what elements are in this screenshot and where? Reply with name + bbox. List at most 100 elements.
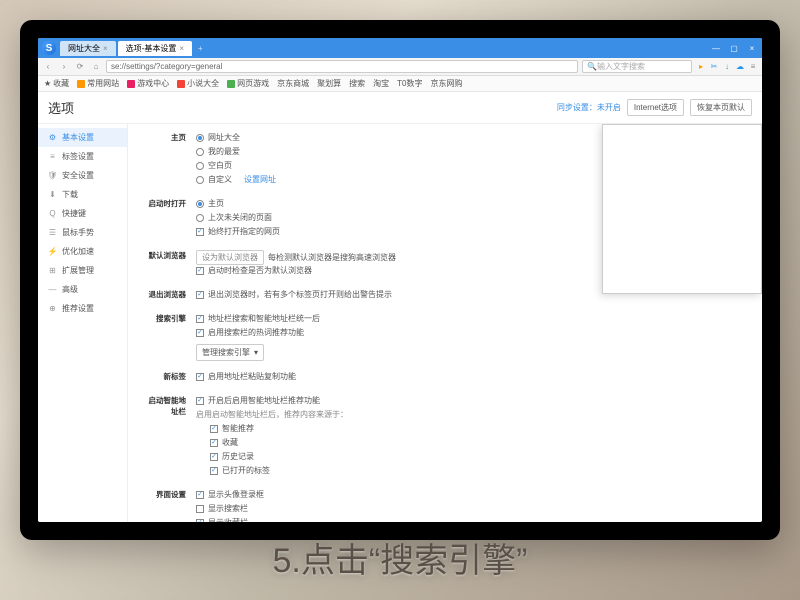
- sidebar-label: 优化加速: [62, 246, 94, 257]
- radio-icon[interactable]: [196, 162, 204, 170]
- address-text: se://settings/?category=general: [111, 62, 222, 71]
- chevron-down-icon: ▾: [254, 348, 258, 357]
- maximize-icon[interactable]: ▢: [728, 44, 740, 53]
- option-label: 显示搜索栏: [208, 503, 248, 514]
- check-icon[interactable]: [196, 397, 204, 405]
- bookmarks-bar: ★ 收藏 常用网站 游戏中心 小说大全 网页游戏 京东商城 聚划算 搜索 淘宝 …: [38, 76, 762, 92]
- bookmark-item[interactable]: 搜索: [349, 78, 365, 89]
- radio-icon[interactable]: [196, 214, 204, 222]
- back-icon[interactable]: ‹: [42, 61, 54, 73]
- bookmark-item[interactable]: 淘宝: [373, 78, 389, 89]
- manage-search-engines-select[interactable]: 管理搜索引擎 ▾: [196, 344, 264, 361]
- page-content: 选项 同步设置：未开启 Internet选项 恢复本页默认 ⚙基本设置≡标签设置…: [38, 92, 762, 522]
- sidebar-item-安全设置[interactable]: 🛡安全设置: [38, 166, 127, 185]
- bookmark-item[interactable]: ★ 收藏: [44, 78, 69, 89]
- close-icon[interactable]: ×: [746, 44, 758, 53]
- home-icon[interactable]: ⌂: [90, 61, 102, 73]
- option-item[interactable]: 显示收藏栏: [196, 517, 748, 522]
- sub-option[interactable]: 收藏: [210, 437, 748, 448]
- check-icon[interactable]: [196, 228, 204, 236]
- settings-sidebar: ⚙基本设置≡标签设置🛡安全设置⬇下载Q快捷键☰鼠标手势⚡优化加速⊞扩展管理—高级…: [38, 124, 128, 522]
- sidebar-item-推荐设置[interactable]: ⊕推荐设置: [38, 299, 127, 318]
- bookmark-item[interactable]: 小说大全: [177, 78, 219, 89]
- new-tab-icon[interactable]: +: [198, 44, 203, 53]
- sync-settings-link[interactable]: 同步设置：未开启: [557, 102, 621, 113]
- tab-2-active[interactable]: 选项-基本设置 ×: [118, 41, 192, 56]
- ext-icon[interactable]: ↓: [722, 62, 732, 71]
- option-label: 空白页: [208, 160, 232, 171]
- bookmark-item[interactable]: 聚划算: [317, 78, 341, 89]
- reset-defaults-button[interactable]: 恢复本页默认: [690, 99, 752, 116]
- row-label: 启动智能地址栏: [142, 395, 196, 479]
- settings-row: 新标签启用地址栏粘贴复制功能: [142, 371, 748, 385]
- check-icon[interactable]: [196, 267, 204, 275]
- ext-icon[interactable]: ✂: [709, 62, 719, 71]
- popup-panel: [602, 124, 762, 294]
- bookmark-item[interactable]: T0数字: [397, 78, 422, 89]
- row-label: 启动时打开: [142, 198, 196, 240]
- sidebar-item-高级[interactable]: —高级: [38, 280, 127, 299]
- check-icon[interactable]: [196, 519, 204, 523]
- row-label: 新标签: [142, 371, 196, 385]
- menu-icon[interactable]: ≡: [748, 62, 758, 71]
- radio-icon[interactable]: [196, 134, 204, 142]
- close-icon[interactable]: ×: [103, 44, 108, 53]
- check-icon[interactable]: [196, 315, 204, 323]
- search-input[interactable]: 🔍 输入文字搜索: [582, 60, 692, 73]
- check-icon[interactable]: [210, 453, 218, 461]
- option-extra[interactable]: 设置网址: [244, 174, 276, 185]
- radio-icon[interactable]: [196, 200, 204, 208]
- bookmark-item[interactable]: 常用网站: [77, 78, 119, 89]
- sub-option[interactable]: 已打开的标签: [210, 465, 748, 476]
- sidebar-item-快捷键[interactable]: Q快捷键: [38, 204, 127, 223]
- option-label: 我的最爱: [208, 146, 240, 157]
- bookmark-item[interactable]: 网页游戏: [227, 78, 269, 89]
- bookmark-item[interactable]: 游戏中心: [127, 78, 169, 89]
- forward-icon[interactable]: ›: [58, 61, 70, 73]
- option-item[interactable]: 启用搜索栏的热词推荐功能: [196, 327, 748, 338]
- option-item[interactable]: 启用地址栏粘贴复制功能: [196, 371, 748, 382]
- option-label: 上次未关闭的页面: [208, 212, 272, 223]
- option-item[interactable]: 地址栏搜索和智能地址栏统一后: [196, 313, 748, 324]
- sub-option[interactable]: 历史记录: [210, 451, 748, 462]
- sidebar-label: 推荐设置: [62, 303, 94, 314]
- ext-icon[interactable]: ▸: [696, 62, 706, 71]
- sidebar-label: 下载: [62, 189, 78, 200]
- option-item[interactable]: 显示搜索栏: [196, 503, 748, 514]
- sidebar-item-下载[interactable]: ⬇下载: [38, 185, 127, 204]
- check-icon[interactable]: [196, 373, 204, 381]
- sub-option[interactable]: 智能推荐: [210, 423, 748, 434]
- check-icon[interactable]: [196, 291, 204, 299]
- sidebar-item-优化加速[interactable]: ⚡优化加速: [38, 242, 127, 261]
- option-item[interactable]: 开启后启用智能地址栏推荐功能: [196, 395, 748, 406]
- row-content: 开启后启用智能地址栏推荐功能启用启动智能地址栏后，推荐内容来源于：智能推荐收藏历…: [196, 395, 748, 479]
- minimize-icon[interactable]: —: [710, 44, 722, 53]
- reload-icon[interactable]: ⟳: [74, 61, 86, 73]
- row-content: 地址栏搜索和智能地址栏统一后启用搜索栏的热词推荐功能管理搜索引擎 ▾: [196, 313, 748, 361]
- bookmark-item[interactable]: 京东网购: [431, 78, 463, 89]
- check-icon[interactable]: [196, 491, 204, 499]
- radio-icon[interactable]: [196, 176, 204, 184]
- check-icon[interactable]: [196, 505, 204, 513]
- radio-icon[interactable]: [196, 148, 204, 156]
- sidebar-item-鼠标手势[interactable]: ☰鼠标手势: [38, 223, 127, 242]
- window-controls: — ▢ ×: [710, 44, 758, 53]
- settings-row: 界面设置显示头像登录框显示搜索栏显示收藏栏显示侧边栏显示扩展栏显示侧边栏: [142, 489, 748, 522]
- option-item[interactable]: 显示头像登录框: [196, 489, 748, 500]
- check-icon[interactable]: [210, 467, 218, 475]
- address-bar[interactable]: se://settings/?category=general: [106, 60, 578, 73]
- sidebar-item-扩展管理[interactable]: ⊞扩展管理: [38, 261, 127, 280]
- check-icon[interactable]: [210, 425, 218, 433]
- sidebar-label: 安全设置: [62, 170, 94, 181]
- internet-options-button[interactable]: Internet选项: [627, 99, 684, 116]
- sidebar-item-标签设置[interactable]: ≡标签设置: [38, 147, 127, 166]
- close-icon[interactable]: ×: [179, 44, 184, 53]
- check-icon[interactable]: [196, 329, 204, 337]
- ext-icon[interactable]: ☁: [735, 62, 745, 71]
- bookmark-item[interactable]: 京东商城: [277, 78, 309, 89]
- tab-1[interactable]: 网址大全 ×: [60, 41, 116, 56]
- set-default-button[interactable]: 设为默认浏览器: [196, 250, 264, 265]
- sidebar-item-基本设置[interactable]: ⚙基本设置: [38, 128, 127, 147]
- browser-titlebar: S 网址大全 × 选项-基本设置 × + — ▢ ×: [38, 38, 762, 58]
- check-icon[interactable]: [210, 439, 218, 447]
